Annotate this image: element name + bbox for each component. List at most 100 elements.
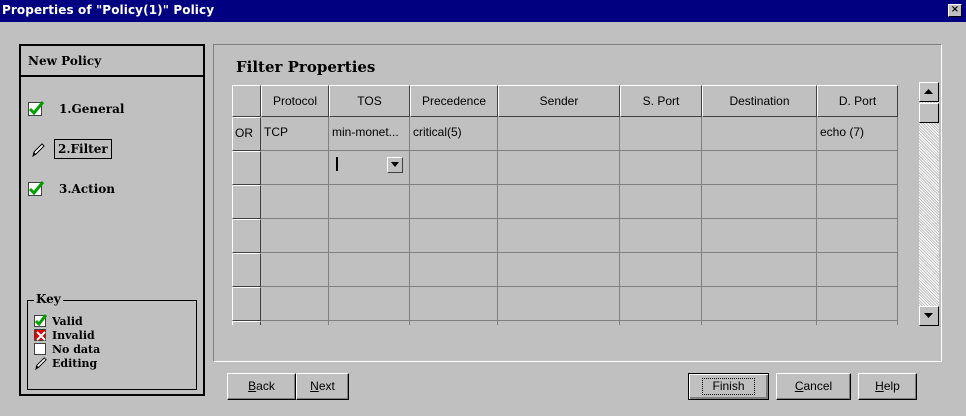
grid-cell-d-port[interactable] (817, 253, 898, 287)
grid-cell-destination[interactable] (702, 117, 817, 151)
grid-cell-protocol[interactable] (261, 287, 329, 321)
grid-cell-protocol[interactable] (261, 151, 329, 185)
valid-check-icon (28, 101, 45, 116)
scroll-up-button[interactable] (919, 82, 939, 102)
grid-cell-sender[interactable] (498, 151, 620, 185)
row-header[interactable] (232, 321, 261, 325)
next-button[interactable]: Next (296, 373, 349, 400)
valid-check-icon (28, 181, 45, 196)
grid-cell-protocol[interactable] (261, 253, 329, 287)
grid-cell-d-port[interactable] (817, 185, 898, 219)
grid-cell-protocol[interactable] (261, 219, 329, 253)
back-button[interactable]: Back (227, 373, 296, 400)
grid-cell-precedence[interactable]: critical(5) (410, 117, 498, 151)
scroll-thumb[interactable] (919, 103, 939, 123)
grid-cell-tos[interactable] (329, 253, 410, 287)
grid-cell-d-port[interactable] (817, 287, 898, 321)
grid-cell-d-port[interactable]: echo (7) (817, 117, 898, 151)
grid-cell-s-port[interactable] (620, 117, 702, 151)
help-button[interactable]: Help (858, 373, 917, 400)
title-bar[interactable]: Properties of "Policy(1)" Policy × (0, 0, 966, 22)
grid-cell-s-port[interactable] (620, 321, 702, 325)
close-icon[interactable]: × (948, 4, 962, 17)
invalid-x-icon (34, 329, 46, 341)
grid-cell-s-port[interactable] (620, 253, 702, 287)
column-header-tos[interactable]: TOS (329, 85, 410, 117)
grid-cell-d-port[interactable] (817, 151, 898, 185)
key-item-no-data: No data (34, 343, 184, 357)
grid-cell-sender[interactable] (498, 321, 620, 325)
grid-cell-destination[interactable] (702, 321, 817, 325)
grid-cell-tos[interactable] (329, 321, 410, 325)
grid-cell-d-port[interactable] (817, 219, 898, 253)
grid-cell-precedence[interactable] (410, 185, 498, 219)
tos-dropdown-button[interactable] (387, 157, 403, 173)
grid-cell-destination[interactable] (702, 185, 817, 219)
row-header[interactable] (232, 219, 261, 253)
grid-cell-tos[interactable]: min-monet... (329, 117, 410, 151)
wizard-step-filter[interactable]: 2.Filter (21, 136, 203, 162)
grid-cell-protocol[interactable] (261, 185, 329, 219)
grid-cell-precedence[interactable] (410, 151, 498, 185)
grid-cell-tos[interactable] (329, 185, 410, 219)
wizard-step-general[interactable]: 1.General (21, 96, 203, 122)
grid-cell-sender[interactable] (498, 219, 620, 253)
column-header-s-port[interactable]: S. Port (620, 85, 702, 117)
key-item-valid: Valid (34, 314, 184, 329)
key-label: Invalid (52, 329, 95, 342)
column-header-destination[interactable]: Destination (702, 85, 817, 117)
column-header-precedence[interactable]: Precedence (410, 85, 498, 117)
grid-cell-s-port[interactable] (620, 185, 702, 219)
row-header[interactable] (232, 185, 261, 219)
key-label: Valid (52, 315, 83, 328)
grid-cell-precedence[interactable] (410, 321, 498, 325)
grid-cell-s-port[interactable] (620, 287, 702, 321)
column-header-d-port[interactable]: D. Port (817, 85, 898, 117)
grid-cell-sender[interactable] (498, 287, 620, 321)
cancel-label: ancel (803, 379, 833, 393)
grid-cell-protocol[interactable] (261, 321, 329, 325)
grid-cell-tos[interactable] (329, 219, 410, 253)
row-header[interactable] (232, 287, 261, 321)
help-mnemonic: H (875, 379, 884, 393)
text-cursor (336, 157, 338, 171)
grid-cell-destination[interactable] (702, 253, 817, 287)
grid-cell-protocol[interactable]: TCP (261, 117, 329, 151)
next-mnemonic: N (310, 379, 319, 393)
grid-cell-tos[interactable] (329, 287, 410, 321)
grid-cell-d-port[interactable] (817, 321, 898, 325)
help-label: elp (883, 379, 900, 393)
grid-cell-sender[interactable] (498, 117, 620, 151)
grid-cell-destination[interactable] (702, 151, 817, 185)
wizard-step-label: 3.Action (59, 182, 115, 196)
wizard-heading: New Policy (21, 46, 203, 77)
grid-cell-s-port[interactable] (620, 219, 702, 253)
filter-grid[interactable]: Protocol TOS Precedence Sender S. Port D… (232, 85, 898, 325)
grid-cell-precedence[interactable] (410, 219, 498, 253)
column-header-sender[interactable]: Sender (498, 85, 620, 117)
wizard-step-action[interactable]: 3.Action (21, 176, 203, 202)
scroll-down-button[interactable] (919, 306, 939, 326)
row-header[interactable]: OR (232, 117, 261, 151)
grid-cell-precedence[interactable] (410, 287, 498, 321)
status-key: Key Valid Invalid No data Editing (27, 292, 197, 390)
row-header[interactable] (232, 253, 261, 287)
row-header[interactable] (232, 151, 261, 185)
grid-cell-s-port[interactable] (620, 151, 702, 185)
grid-cell-destination[interactable] (702, 287, 817, 321)
grid-cell-sender[interactable] (498, 253, 620, 287)
grid-cell-precedence[interactable] (410, 253, 498, 287)
finish-button[interactable]: Finish (688, 373, 769, 400)
arrow-down-icon (924, 313, 933, 318)
key-item-invalid: Invalid (34, 329, 184, 343)
filter-properties-title: Filter Properties (236, 58, 376, 76)
valid-check-icon (34, 314, 48, 327)
grid-vertical-scrollbar[interactable] (919, 82, 939, 326)
window-title: Properties of "Policy(1)" Policy (2, 3, 215, 17)
column-header-protocol[interactable]: Protocol (261, 85, 329, 117)
grid-cell-destination[interactable] (702, 219, 817, 253)
wizard-heading-label: New Policy (28, 54, 102, 68)
next-label: ext (318, 379, 335, 393)
cancel-button[interactable]: Cancel (776, 373, 851, 400)
grid-cell-sender[interactable] (498, 185, 620, 219)
